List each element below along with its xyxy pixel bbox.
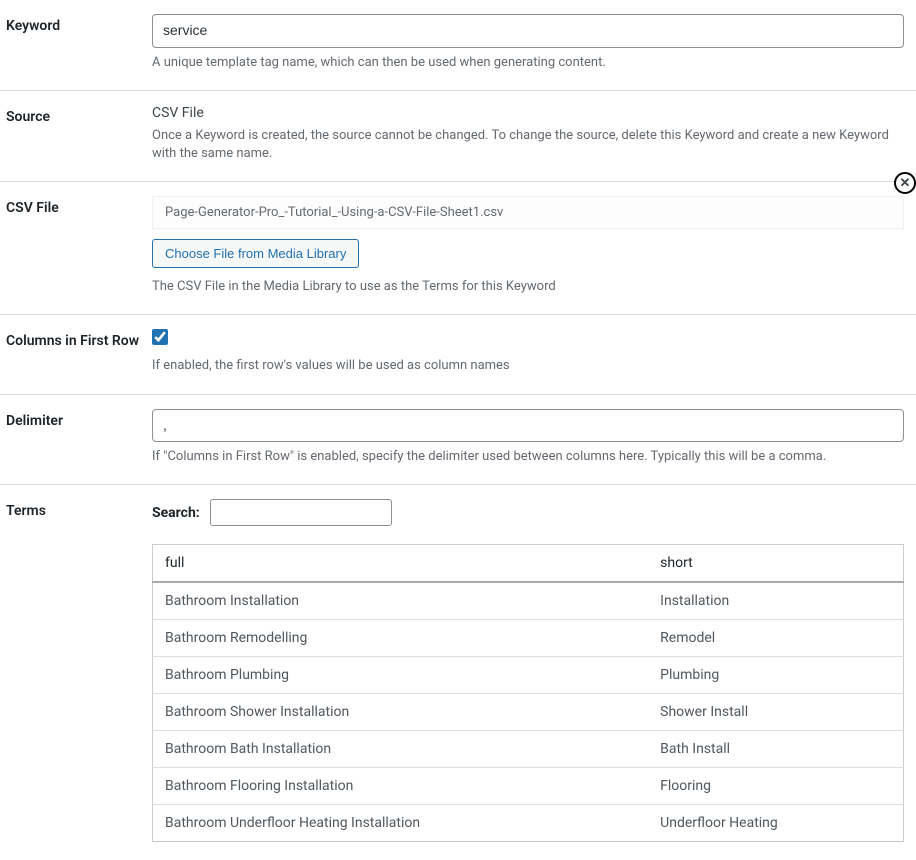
columns-first-row-row: Columns in First Row If enabled, the fir… [0,315,916,394]
choose-file-button[interactable]: Choose File from Media Library [152,239,359,268]
keyword-input[interactable] [152,14,904,48]
term-full: Bathroom Installation [153,582,649,620]
term-full: Bathroom Flooring Installation [153,768,649,805]
terms-label: Terms [6,499,152,842]
term-short: Shower Install [648,694,903,731]
table-row: Bathroom Bath InstallationBath Install [153,731,904,768]
source-value: CSV File [152,105,904,121]
columns-first-row-label: Columns in First Row [6,329,152,375]
table-row: Bathroom PlumbingPlumbing [153,657,904,694]
source-description: Once a Keyword is created, the source ca… [152,127,904,163]
delimiter-label: Delimiter [6,409,152,467]
csv-filename-display: Page-Generator-Pro_-Tutorial_-Using-a-CS… [152,196,904,229]
delimiter-row: Delimiter If "Columns in First Row" is e… [0,395,916,486]
table-row: Bathroom Flooring InstallationFlooring [153,768,904,805]
close-icon[interactable]: ✕ [894,172,916,194]
source-row: Source CSV File Once a Keyword is create… [0,91,916,182]
columns-first-row-checkbox[interactable] [152,329,168,345]
csv-file-label: CSV File [6,196,152,296]
table-row: Bathroom Shower InstallationShower Insta… [153,694,904,731]
csv-file-description: The CSV File in the Media Library to use… [152,278,904,296]
term-full: Bathroom Underfloor Heating Installation [153,805,649,842]
terms-search-input[interactable] [210,499,392,526]
term-short: Installation [648,582,903,620]
term-full: Bathroom Plumbing [153,657,649,694]
delimiter-description: If "Columns in First Row" is enabled, sp… [152,448,904,466]
terms-row: Terms Search: full short Bathroom Instal… [0,485,916,860]
term-full: Bathroom Bath Installation [153,731,649,768]
term-full: Bathroom Remodelling [153,620,649,657]
source-label: Source [6,105,152,163]
term-short: Underfloor Heating [648,805,903,842]
csv-file-row: CSV File Page-Generator-Pro_-Tutorial_-U… [0,182,916,315]
terms-header-full[interactable]: full [153,545,649,583]
keyword-description: A unique template tag name, which can th… [152,54,904,72]
term-short: Remodel [648,620,903,657]
terms-table: full short Bathroom InstallationInstalla… [152,544,904,842]
terms-header-short[interactable]: short [648,545,903,583]
term-short: Flooring [648,768,903,805]
table-row: Bathroom RemodellingRemodel [153,620,904,657]
table-row: Bathroom InstallationInstallation [153,582,904,620]
terms-search-label: Search: [152,505,200,521]
keyword-label: Keyword [6,14,152,72]
term-short: Bath Install [648,731,903,768]
columns-first-row-description: If enabled, the first row's values will … [152,357,904,375]
table-row: Bathroom Underfloor Heating Installation… [153,805,904,842]
keyword-row: Keyword A unique template tag name, whic… [0,0,916,91]
delimiter-input[interactable] [152,409,904,443]
term-full: Bathroom Shower Installation [153,694,649,731]
term-short: Plumbing [648,657,903,694]
